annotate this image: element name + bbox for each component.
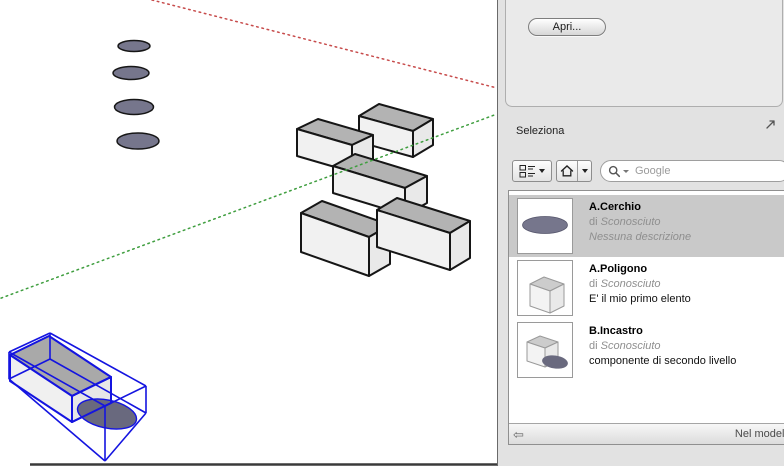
box-thumb-icon (518, 261, 572, 315)
list-item-incastro[interactable]: B.Incastro di Sconosciuto componente di … (509, 319, 784, 381)
boxes-group (297, 104, 470, 276)
open-button[interactable]: Apri... (528, 18, 606, 36)
select-section-title: Seleziona (516, 125, 564, 137)
red-axis-dotted (152, 0, 497, 88)
component-description: Nessuna descrizione (589, 230, 691, 245)
search-icon[interactable] (608, 165, 621, 178)
list-item-cerchio[interactable]: A.Cerchio di Sconosciuto Nessuna descriz… (509, 195, 784, 257)
component-name: A.Cerchio (589, 200, 691, 215)
component-author: Sconosciuto (601, 278, 661, 290)
component-name: A.Poligono (589, 262, 691, 277)
pane-grow-icon[interactable] (765, 118, 777, 130)
ellipse-stack (113, 41, 159, 150)
component-name: B.Incastro (589, 324, 736, 339)
by-prefix: di (589, 278, 598, 290)
component-author: Sconosciuto (601, 216, 661, 228)
box-ellipse-thumb-icon (518, 323, 572, 377)
back-arrow-icon[interactable]: ⇦ (513, 428, 524, 441)
component-info-groupbox: (Componente interno) Apri... (505, 0, 783, 107)
view-options-button[interactable] (512, 160, 552, 182)
selected-component (9, 333, 146, 461)
list-item-poligono[interactable]: A.Poligono di Sconosciuto E' il mio prim… (509, 257, 784, 319)
home-split-button (556, 160, 592, 182)
scene-3d-svg[interactable] (0, 0, 497, 466)
search-input[interactable] (635, 165, 765, 177)
component-author: Sconosciuto (601, 340, 661, 352)
components-panel: (Componente interno) Apri... Seleziona (498, 0, 784, 466)
by-prefix: di (589, 216, 598, 228)
component-description: E' il mio primo elento (589, 292, 691, 307)
component-thumbnail (517, 322, 573, 378)
in-model-label: Nel modello (735, 428, 784, 440)
ellipse-thumb-icon (518, 199, 572, 253)
home-button[interactable] (557, 161, 578, 181)
by-prefix: di (589, 340, 598, 352)
component-thumbnail (517, 260, 573, 316)
list-status-bar: ⇦ Nel modello (509, 423, 784, 444)
home-icon (560, 164, 574, 178)
search-scope-caret-icon[interactable] (623, 170, 629, 173)
view-options-caret-icon (539, 169, 545, 173)
component-thumbnail (517, 198, 573, 254)
component-description: componente di secondo livello (589, 354, 736, 369)
modeling-viewport[interactable] (0, 0, 497, 466)
search-field-wrap (600, 160, 784, 182)
home-menu-button[interactable] (578, 161, 591, 181)
list-view-icon (519, 164, 536, 179)
component-list: A.Cerchio di Sconosciuto Nessuna descriz… (508, 190, 784, 445)
home-menu-caret-icon (582, 169, 588, 173)
